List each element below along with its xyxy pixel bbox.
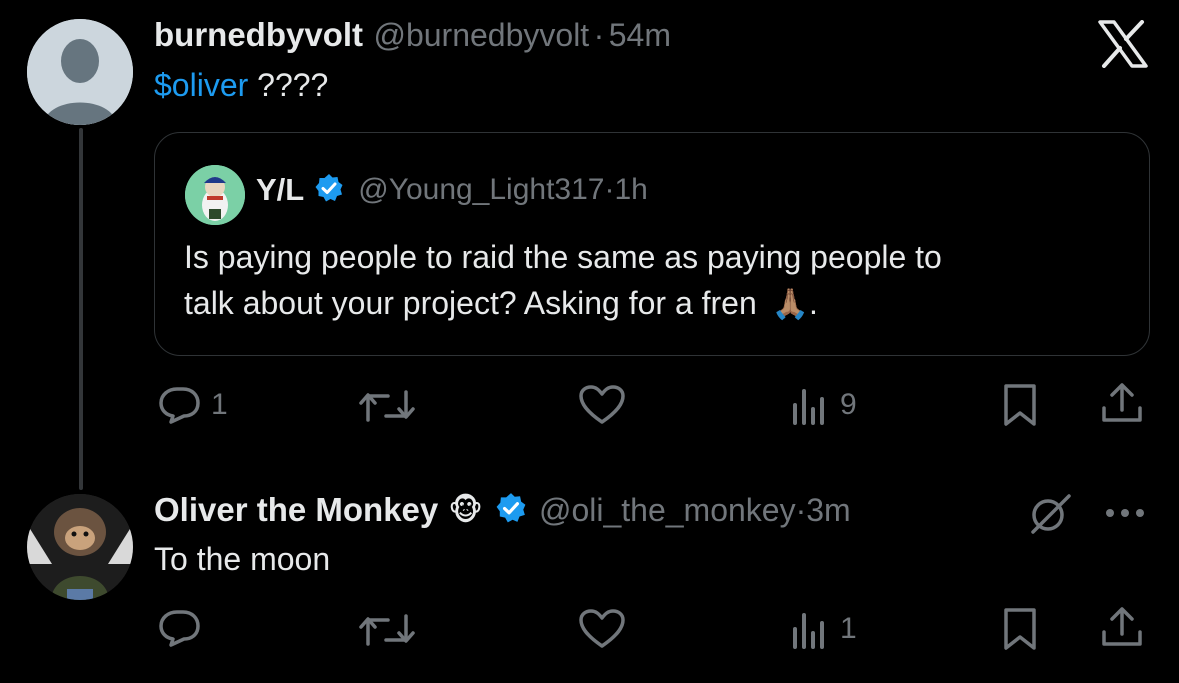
reply-header: Oliver the Monkey 🐵 @oli_the_monkey · 3m (154, 491, 851, 529)
bookmark-icon (1004, 384, 1036, 426)
post-time[interactable]: 54m (609, 17, 671, 53)
quoted-text-line-2: talk about your project? Asking for a fr… (184, 285, 818, 322)
views-count: 1 (840, 612, 857, 645)
post-text: $oliver ???? (154, 67, 328, 104)
post-handle[interactable]: @burnedbyvolt (373, 17, 589, 53)
grok-button[interactable] (1025, 490, 1075, 543)
like-button[interactable] (578, 384, 626, 426)
post-text-rest: ???? (248, 67, 329, 103)
retweet-icon (359, 390, 415, 422)
grok-icon (1031, 494, 1071, 534)
cashtag-link[interactable]: $oliver (154, 67, 248, 103)
retweet-button[interactable] (358, 386, 416, 426)
retweet-icon (359, 614, 415, 646)
avatar-oliver-the-monkey[interactable] (27, 494, 133, 600)
like-button[interactable] (578, 608, 626, 650)
bookmark-button[interactable] (1000, 606, 1040, 652)
share-button[interactable] (1099, 380, 1145, 426)
quoted-time[interactable]: 1h (614, 173, 647, 207)
verified-badge-icon (495, 492, 527, 529)
bookmark-button[interactable] (1000, 382, 1040, 428)
quoted-text-line-2-content: talk about your project? Asking for a fr… (184, 285, 757, 321)
reply-icon (159, 387, 200, 424)
heart-icon (579, 609, 625, 648)
quoted-header: Y/L @Young_Light317 · 1h (256, 172, 648, 208)
heart-icon (579, 385, 625, 424)
reply-handle[interactable]: @oli_the_monkey (539, 492, 796, 529)
pray-emoji: 🙏🏽 (771, 287, 810, 322)
share-button[interactable] (1099, 604, 1145, 650)
separator-dot: · (795, 491, 807, 528)
monkey-face-emoji: 🐵 (448, 492, 483, 528)
quoted-text-trail: . (809, 285, 818, 321)
share-icon (1102, 607, 1142, 646)
quoted-text-line-1: Is paying people to raid the same as pay… (184, 239, 942, 275)
more-options-button[interactable] (1104, 506, 1146, 525)
reply-button[interactable]: 1 (157, 385, 228, 425)
bookmark-icon (1004, 608, 1036, 650)
post-header: burnedbyvolt @burnedbyvolt · 54m (154, 16, 671, 54)
views-button[interactable]: 9 (790, 385, 857, 425)
analytics-icon (793, 613, 824, 649)
x-logo-icon[interactable] (1098, 20, 1148, 73)
retweet-button[interactable] (358, 610, 416, 650)
reply-time[interactable]: 3m (806, 492, 850, 529)
reply-button[interactable] (157, 608, 203, 648)
quoted-handle[interactable]: @Young_Light317 (358, 173, 604, 207)
reply-count: 1 (211, 388, 228, 421)
views-count: 9 (840, 388, 857, 421)
post-display-name[interactable]: burnedbyvolt (154, 16, 363, 53)
reply-icon (159, 610, 200, 647)
more-dots-icon (1106, 509, 1144, 517)
verified-badge-icon (314, 173, 344, 208)
separator-dot: · (604, 173, 615, 206)
reply-display-name[interactable]: Oliver the Monkey (154, 491, 438, 529)
thread-line (79, 128, 83, 490)
avatar-burnedbyvolt[interactable] (27, 19, 133, 125)
separator-dot: · (593, 17, 605, 53)
share-icon (1102, 383, 1142, 422)
analytics-icon (793, 389, 824, 425)
views-button[interactable]: 1 (790, 609, 857, 649)
quoted-display-name[interactable]: Y/L (256, 172, 304, 208)
avatar-young-light[interactable] (185, 165, 245, 225)
reply-text: To the moon (154, 541, 331, 577)
